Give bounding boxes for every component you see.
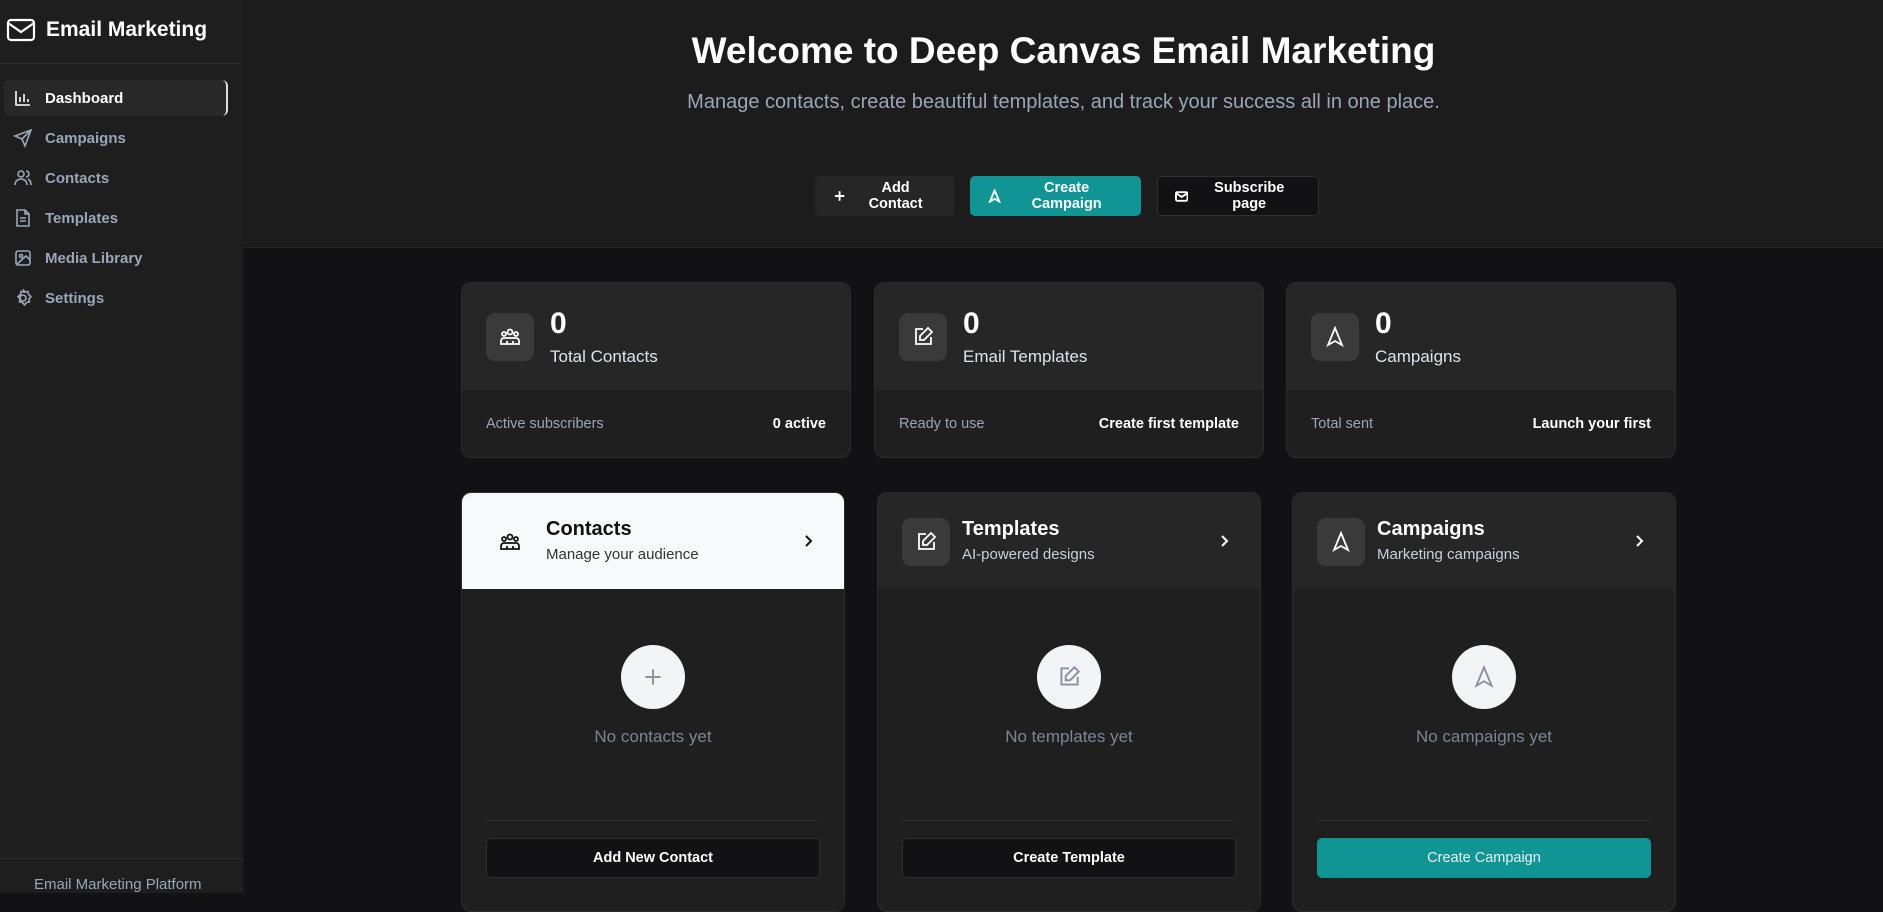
chevron-right-icon[interactable] (1214, 531, 1234, 551)
add-new-contact-button[interactable]: Add New Contact (486, 838, 820, 878)
mail-icon (6, 18, 36, 42)
users-group-icon (500, 533, 520, 550)
contacts-panel-header[interactable]: Contacts Manage your audience (462, 493, 844, 589)
sidebar-item-settings[interactable]: Settings (4, 280, 228, 316)
navigation-icon (988, 189, 1001, 203)
sidebar-footer: Email Marketing Platform (34, 876, 202, 893)
mail-icon (1175, 191, 1189, 202)
edit-icon (915, 326, 934, 345)
page-title: Welcome to Deep Canvas Email Marketing (691, 30, 1436, 71)
sidebar-item-label: Templates (45, 209, 119, 227)
chevron-right-icon[interactable] (1629, 531, 1649, 551)
subscribe-page-button[interactable]: Subscribe page (1157, 176, 1319, 216)
stat-label: Total Contacts (550, 347, 658, 366)
stat-footer-label: Total sent (1311, 416, 1374, 432)
divider (486, 820, 820, 821)
divider (1317, 820, 1651, 821)
users-icon (14, 170, 32, 186)
sidebar-item-campaigns[interactable]: Campaigns (4, 120, 228, 156)
send-icon (13, 128, 33, 148)
sidebar-item-media-library[interactable]: Media Library (4, 240, 228, 276)
panel-title: Templates (962, 518, 1060, 540)
sidebar-item-label: Media Library (45, 249, 143, 267)
stat-card-contacts: 0 Total Contacts Active subscribers 0 acti… (461, 282, 851, 458)
templates-panel-header[interactable]: Templates AI-powered designs (878, 493, 1260, 589)
sidebar-item-label: Settings (45, 289, 105, 307)
stat-footer-label: Ready to use (899, 416, 985, 432)
stat-card-campaigns: 0 Campaigns Total sent Launch your first (1286, 282, 1676, 458)
brand: Email Marketing (6, 18, 207, 42)
image-icon (15, 250, 31, 266)
stat-footer-value[interactable]: Launch your first (1533, 416, 1651, 432)
panel-title: Contacts (546, 518, 632, 540)
sidebar-nav: Dashboard Campaigns Contacts Templates M… (4, 80, 228, 320)
sidebar-item-contacts[interactable]: Contacts (4, 160, 228, 196)
divider (0, 858, 243, 859)
stat-value: 0 (550, 307, 567, 340)
navigation-icon (1474, 664, 1494, 688)
add-contact-circle[interactable] (621, 645, 685, 709)
add-contact-button[interactable]: Add Contact (815, 176, 954, 216)
empty-state-text: No contacts yet (594, 727, 712, 746)
button-label: Create Campaign (1031, 180, 1102, 212)
panel-subtitle: Marketing campaigns (1377, 546, 1520, 563)
button-label: Subscribe page (1214, 180, 1285, 212)
sidebar: Email Marketing Dashboard Campaigns Cont… (0, 0, 244, 893)
panel-subtitle: AI-powered designs (962, 546, 1095, 563)
campaign-circle[interactable] (1452, 645, 1516, 709)
sidebar-item-dashboard[interactable]: Dashboard (4, 80, 228, 116)
gear-icon (16, 289, 33, 307)
stat-card-templates: 0 Email Templates Ready to use Create firs… (874, 282, 1264, 458)
empty-state-text: No templates yet (1005, 727, 1133, 746)
panel-title: Campaigns (1377, 518, 1485, 540)
templates-panel: Templates AI-powered designs No templates… (877, 492, 1261, 912)
button-label: Add Contact (868, 180, 923, 212)
chevron-right-icon[interactable] (798, 531, 818, 551)
campaigns-panel-header[interactable]: Campaigns Marketing campaigns (1293, 493, 1675, 589)
sidebar-item-label: Contacts (45, 169, 110, 187)
divider (902, 820, 1236, 821)
panel-subtitle: Manage your audience (546, 546, 699, 563)
contacts-panel: Contacts Manage your audience No contacts… (461, 492, 845, 912)
edit-icon (1060, 665, 1081, 686)
stat-value: 0 (963, 307, 980, 340)
create-template-button[interactable]: Create Template (902, 838, 1236, 878)
empty-state-text: No campaigns yet (1415, 727, 1553, 746)
bar-chart-icon (15, 91, 30, 106)
create-campaign-panel-button[interactable]: Create Campaign (1317, 838, 1651, 878)
stat-footer-value: 0 active (772, 416, 826, 432)
stat-footer-value[interactable]: Create first template (1099, 416, 1239, 432)
plus-icon (645, 669, 661, 685)
plus-icon (834, 191, 845, 201)
page-subtitle: Manage contacts, create beautiful templa… (687, 91, 1440, 113)
users-group-icon (500, 328, 520, 345)
stat-value: 0 (1375, 307, 1392, 340)
divider (0, 63, 243, 64)
sidebar-item-templates[interactable]: Templates (4, 200, 228, 236)
welcome-header: Welcome to Deep Canvas Email Marketing M… (244, 0, 1883, 248)
stat-footer-label: Active subscribers (486, 416, 604, 432)
navigation-icon (1326, 325, 1344, 348)
template-circle[interactable] (1037, 645, 1101, 709)
file-text-icon (16, 209, 30, 227)
stat-label: Email Templates (963, 347, 1088, 366)
brand-name: Email Marketing (46, 18, 208, 41)
navigation-icon (1332, 530, 1350, 553)
campaigns-panel: Campaigns Marketing campaigns No campaign… (1292, 492, 1676, 912)
create-campaign-button[interactable]: Create Campaign (970, 176, 1141, 216)
stat-label: Campaigns (1375, 347, 1461, 366)
sidebar-item-label: Campaigns (45, 129, 126, 147)
edit-icon (918, 531, 937, 550)
sidebar-item-label: Dashboard (45, 89, 124, 107)
